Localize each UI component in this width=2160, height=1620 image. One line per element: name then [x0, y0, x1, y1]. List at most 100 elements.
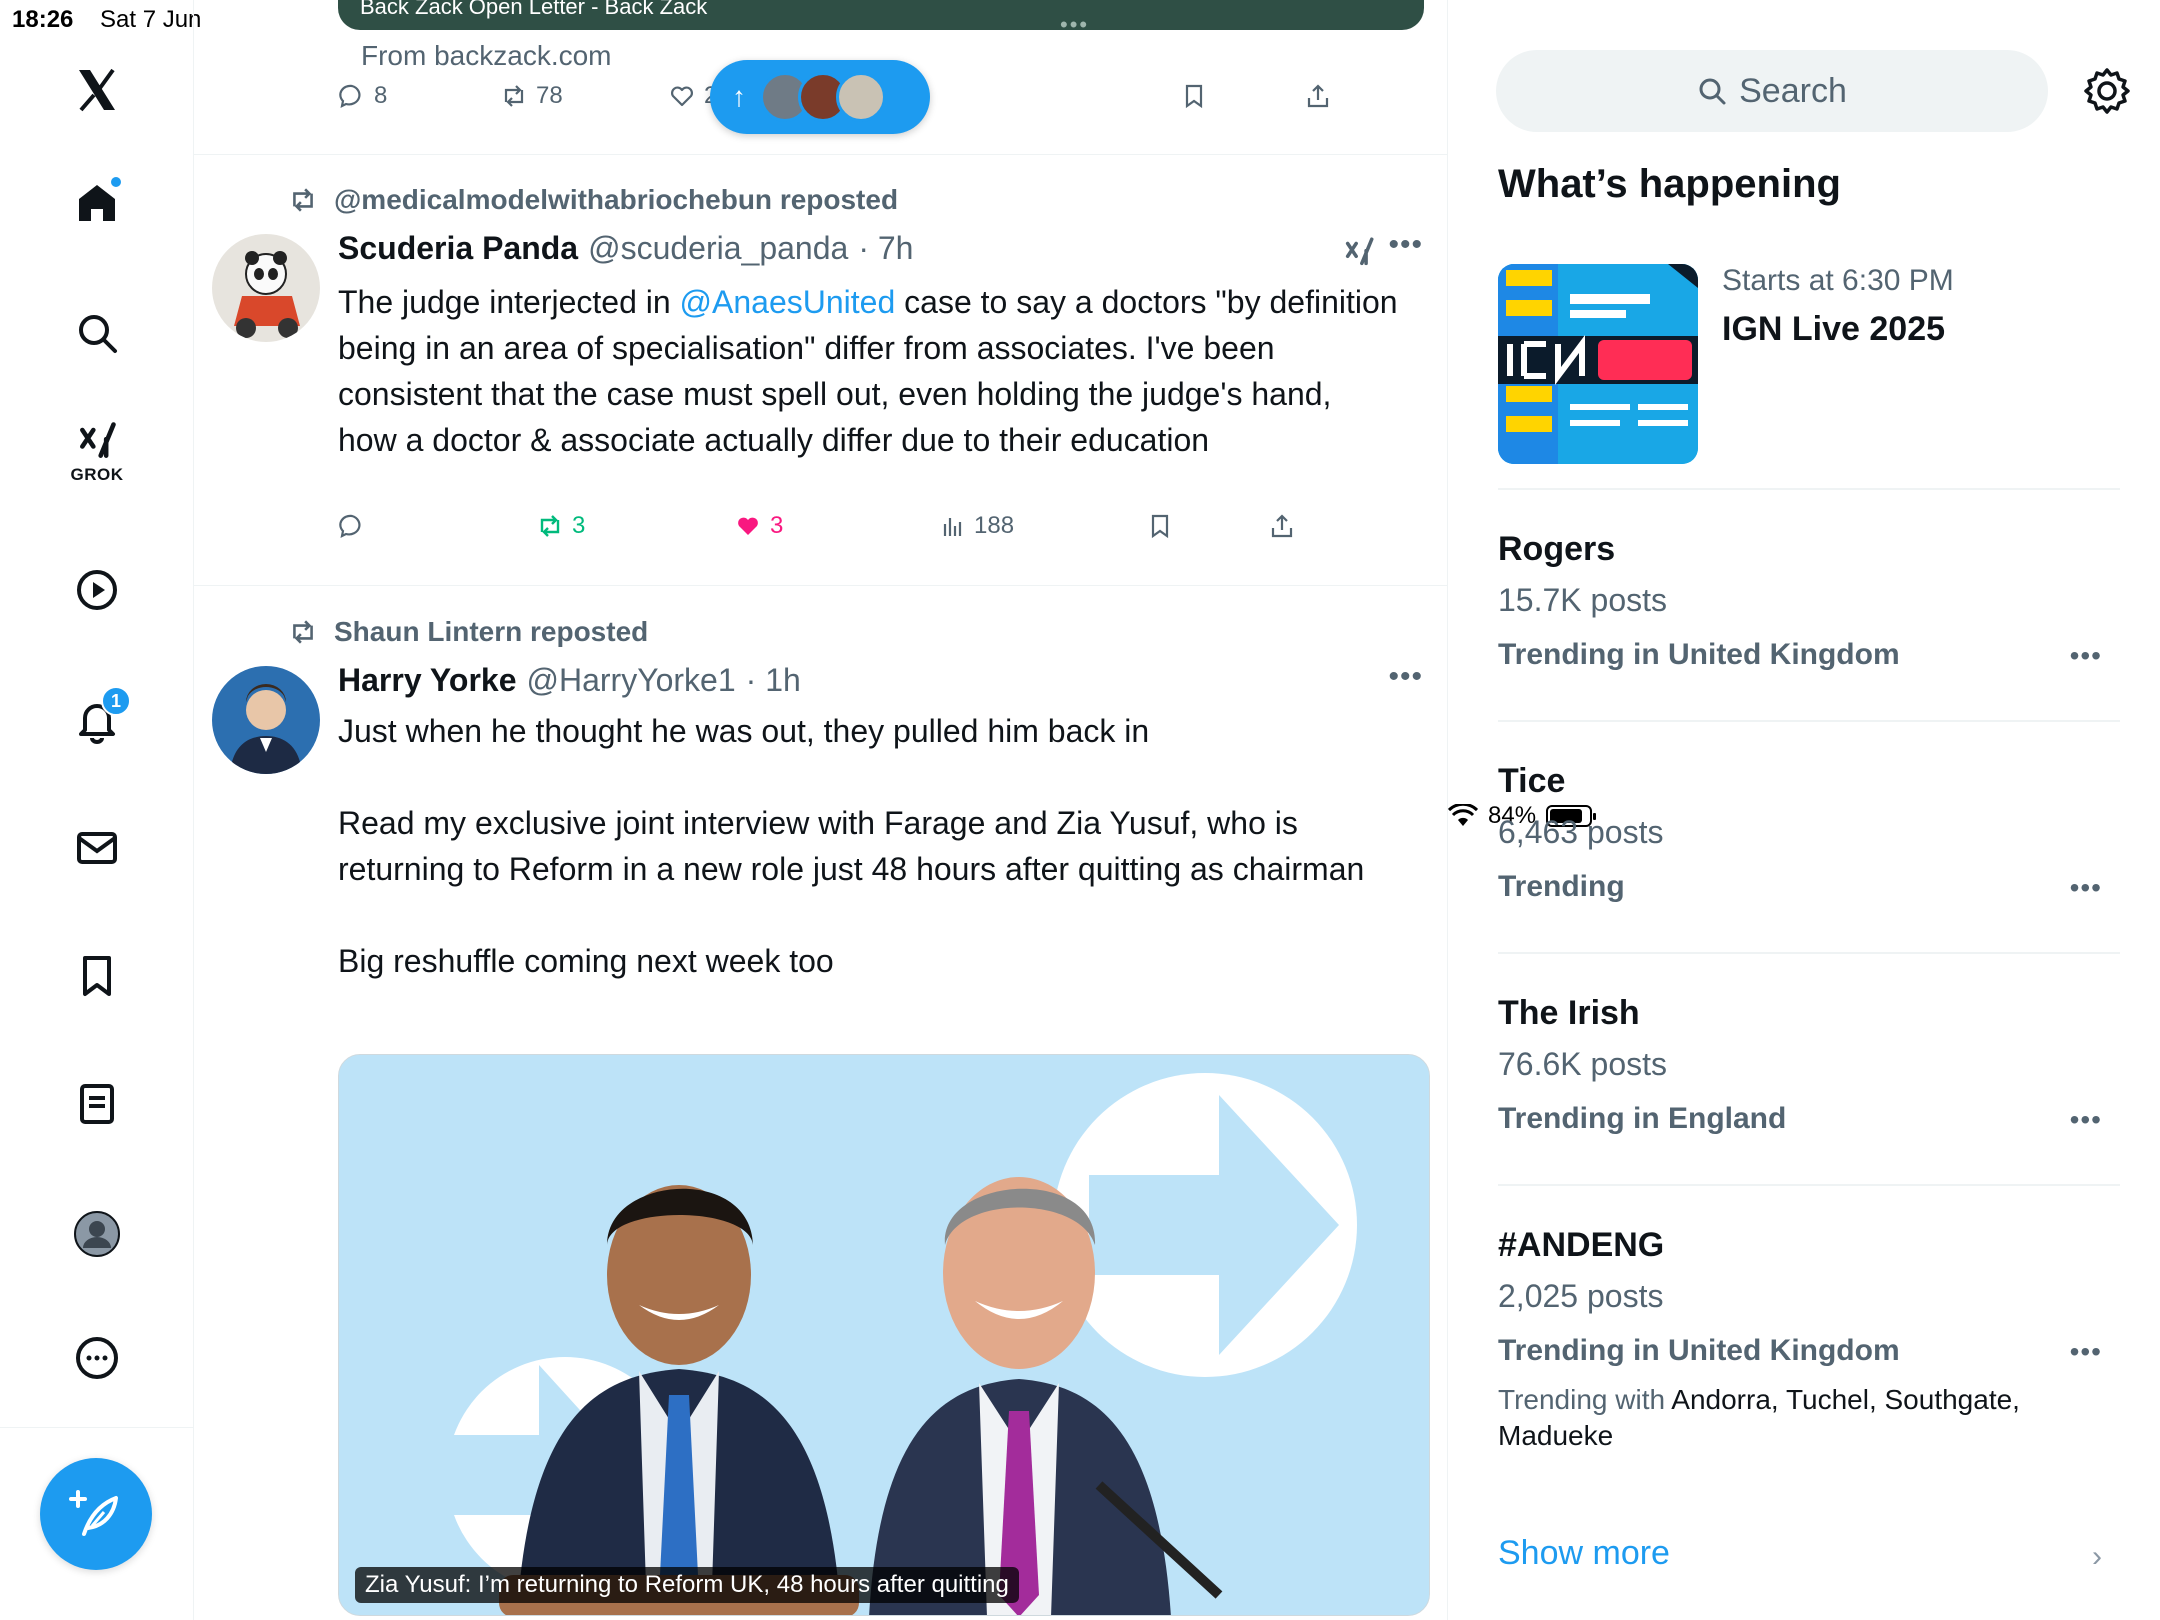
- trend-item[interactable]: The Irish 76.6K posts Trending in Englan…: [1498, 994, 2120, 1136]
- nav-divider: [0, 1427, 194, 1428]
- nav-notifications[interactable]: 1: [57, 680, 137, 760]
- new-posts-pill[interactable]: ↑: [710, 60, 930, 134]
- heart-filled-icon: [738, 517, 758, 535]
- event-time: Starts at 6:30 PM: [1722, 264, 1954, 297]
- right-sidebar: Search What’s happening Starts at 6:30 P…: [1448, 0, 2160, 1620]
- tweet1-repost-context[interactable]: @medicalmodelwithabriochebun reposted: [286, 184, 898, 216]
- reply-count: 8: [374, 82, 388, 109]
- link-card-source[interactable]: From backzack.com: [361, 40, 612, 72]
- compose-button[interactable]: [40, 1458, 152, 1570]
- nav-messages[interactable]: [57, 808, 137, 888]
- trend-post-count: 15.7K posts: [1498, 582, 1667, 618]
- trend-more-button[interactable]: •••: [2070, 640, 2102, 672]
- tweet1-mention-link[interactable]: @AnaesUnited: [680, 284, 896, 320]
- trending-event[interactable]: Starts at 6:30 PM IGN Live 2025: [1498, 264, 2120, 490]
- media-illustration: [339, 1055, 1429, 1615]
- repost-icon: [293, 188, 313, 212]
- tweet1-avatar[interactable]: [212, 234, 320, 342]
- tweet1-text-start: The judge interjected in: [338, 284, 680, 320]
- nav-profile[interactable]: [57, 1194, 137, 1274]
- nav-grok[interactable]: GROK: [57, 412, 137, 492]
- tweet2-time[interactable]: · 1h: [746, 662, 801, 699]
- tweet1-author-name[interactable]: Scuderia Panda: [338, 230, 578, 267]
- list-icon: [80, 1084, 114, 1124]
- grok-icon: [80, 422, 116, 458]
- like-button[interactable]: 3: [734, 512, 783, 540]
- trend-post-count: 2,025 posts: [1498, 1278, 1664, 1314]
- arrow-up-icon: ↑: [732, 81, 746, 112]
- reply-button[interactable]: 8: [338, 82, 387, 110]
- nav-bookmarks[interactable]: [57, 936, 137, 1016]
- home-unread-dot: [109, 175, 123, 189]
- tweet2-header: Harry Yorke @HarryYorke1 · 1h: [338, 662, 801, 699]
- repost-button[interactable]: 78: [500, 82, 563, 110]
- grok-icon[interactable]: [1342, 234, 1376, 270]
- tweet-divider: [194, 154, 1447, 155]
- media-caption: Zia Yusuf: I’m returning to Reform UK, 4…: [355, 1567, 1019, 1603]
- repost-icon: [504, 85, 524, 107]
- gear-icon[interactable]: [2082, 66, 2132, 116]
- repost-count: 3: [572, 512, 586, 539]
- trend-post-count: 6,463 posts: [1498, 814, 1664, 850]
- repost-count: 78: [536, 82, 563, 109]
- bookmark-button[interactable]: [1180, 82, 1208, 110]
- mail-icon: [77, 832, 117, 864]
- nav-video[interactable]: [57, 550, 137, 630]
- avatar-icon: [74, 1211, 120, 1257]
- trend-item[interactable]: Tice 6,463 posts Trending •••: [1498, 762, 2120, 904]
- tweet1-time[interactable]: · 7h: [858, 230, 913, 267]
- chevron-right-icon: ›: [2092, 1540, 2102, 1573]
- nav-lists[interactable]: [57, 1064, 137, 1144]
- search-icon: [79, 315, 117, 353]
- repost-button[interactable]: 3: [536, 512, 585, 540]
- timeline: Back Zack Open Letter - Back Zack ••• Fr…: [194, 0, 1448, 1620]
- trend-divider: [1498, 1184, 2120, 1186]
- trend-title: #ANDENG: [1498, 1226, 1665, 1264]
- reply-icon: [339, 514, 361, 538]
- show-more-link[interactable]: Show more: [1498, 1534, 1670, 1573]
- play-circle-icon: [77, 570, 117, 610]
- repost-icon: [540, 515, 560, 537]
- trend-more-button[interactable]: •••: [2070, 872, 2102, 904]
- reply-button[interactable]: [338, 512, 366, 540]
- trend-item[interactable]: #ANDENG 2,025 posts Trending in United K…: [1498, 1226, 2120, 1454]
- tweet2-author-name[interactable]: Harry Yorke: [338, 662, 516, 699]
- bookmark-icon: [83, 956, 111, 996]
- views-button[interactable]: 188: [938, 512, 1014, 540]
- bookmark-icon: [1185, 84, 1203, 109]
- nav-home[interactable]: [57, 163, 137, 243]
- tweet1-more-button[interactable]: •••: [1388, 228, 1423, 262]
- event-thumbnail: [1498, 264, 1698, 464]
- section-title: What’s happening: [1498, 162, 1841, 206]
- share-button[interactable]: [1304, 82, 1332, 110]
- tweet1-repost-label: @medicalmodelwithabriochebun reposted: [334, 184, 899, 215]
- repost-icon: [293, 620, 313, 644]
- tweet2-repost-context[interactable]: Shaun Lintern reposted: [286, 616, 648, 648]
- tweet2-avatar[interactable]: [212, 666, 320, 774]
- avatar: [836, 72, 886, 122]
- heart-icon: [671, 86, 693, 107]
- more-circle-icon: [76, 1337, 118, 1379]
- bookmark-button[interactable]: [1146, 512, 1174, 540]
- tweet2-media-image[interactable]: Zia Yusuf: I’m returning to Reform UK, 4…: [338, 1054, 1430, 1616]
- feather-plus-icon: [69, 1490, 118, 1536]
- trend-post-count: 76.6K posts: [1498, 1046, 1667, 1082]
- search-input[interactable]: Search: [1496, 50, 2048, 132]
- trend-context: Trending in England: [1498, 1102, 1787, 1135]
- share-button[interactable]: [1268, 512, 1296, 540]
- tweet1-author-handle[interactable]: @scuderia_panda: [588, 230, 848, 267]
- x-logo-icon[interactable]: [57, 50, 137, 130]
- trend-context: Trending in United Kingdom: [1498, 638, 1900, 671]
- trend-more-button[interactable]: •••: [2070, 1336, 2102, 1368]
- share-icon: [1307, 84, 1329, 108]
- tweet2-more-button[interactable]: •••: [1388, 660, 1423, 694]
- trend-divider: [1498, 952, 2120, 954]
- nav-explore[interactable]: [57, 293, 137, 373]
- tweet2-author-handle[interactable]: @HarryYorke1: [526, 662, 735, 699]
- trend-title: The Irish: [1498, 994, 1640, 1032]
- nav-more[interactable]: [57, 1318, 137, 1398]
- trend-item[interactable]: Rogers 15.7K posts Trending in United Ki…: [1498, 530, 2120, 672]
- trend-more-button[interactable]: •••: [2070, 1104, 2102, 1136]
- search-placeholder: Search: [1739, 71, 1847, 110]
- reply-icon: [339, 84, 361, 108]
